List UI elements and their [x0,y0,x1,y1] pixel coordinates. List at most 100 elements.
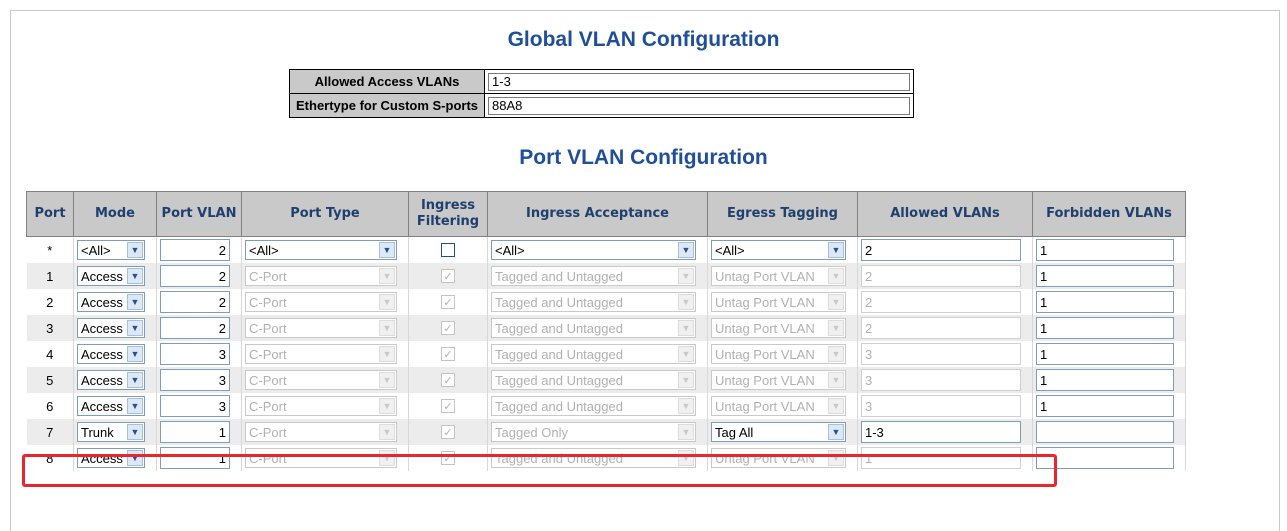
mode-select[interactable]: Access ▼ [77,318,145,338]
chevron-down-icon: ▼ [379,268,395,284]
ingress-filtering-checkbox[interactable]: ✓ [441,269,455,283]
port-type-value: C-Port [249,398,287,414]
allowed-vlans-input[interactable]: 2 [861,317,1021,339]
forbidden-vlans-input[interactable]: 1 [1036,239,1174,261]
chevron-down-icon: ▼ [828,450,844,466]
ethertype-input[interactable] [488,96,911,115]
port-type-select[interactable]: C-Port ▼ [245,422,397,442]
forbidden-vlans-input[interactable]: 1 [1036,369,1174,391]
ingress-filtering-checkbox[interactable]: ✓ [441,451,455,465]
forbidden-vlans-input[interactable]: 1 [1036,317,1174,339]
forbidden-vlans-input[interactable]: 1 [1036,265,1174,287]
mode-value: Access [81,294,123,310]
egress-tagging-select[interactable]: Untag Port VLAN ▼ [711,292,846,312]
port-vlan-input[interactable]: 3 [160,343,230,365]
mode-select[interactable]: Access ▼ [77,370,145,390]
egress-tagging-select[interactable]: Untag Port VLAN ▼ [711,344,846,364]
forbidden-vlans-input[interactable]: 1 [1036,343,1174,365]
allowed-access-vlans-input[interactable] [488,72,911,91]
forbidden-vlans-input[interactable] [1036,447,1174,469]
port-number: 1 [46,268,54,284]
header-port-vlan: Port VLAN [156,191,242,237]
port-type-select[interactable]: C-Port ▼ [245,292,397,312]
port-vlan-input[interactable]: 2 [160,317,230,339]
port-vlan-input[interactable]: 2 [160,291,230,313]
egress-tagging-value: Tag All [715,424,754,440]
egress-tagging-select[interactable]: Untag Port VLAN ▼ [711,448,846,468]
port-vlan-input[interactable]: 1 [160,447,230,469]
allowed-vlans-input[interactable]: 3 [861,343,1021,365]
forbidden-vlans-input[interactable]: 1 [1036,291,1174,313]
ingress-acceptance-select[interactable]: Tagged Only ▼ [491,422,696,442]
port-type-select[interactable]: C-Port ▼ [245,396,397,416]
mode-select[interactable]: <All> ▼ [77,240,145,260]
port-type-select[interactable]: C-Port ▼ [245,266,397,286]
port-vlan-input[interactable]: 1 [160,421,230,443]
egress-tagging-select[interactable]: Untag Port VLAN ▼ [711,396,846,416]
allowed-vlans-input[interactable]: 1-3 [861,421,1021,443]
ingress-filtering-checkbox[interactable]: ✓ [441,425,455,439]
port-type-select[interactable]: <All> ▼ [245,240,397,260]
port-vlan-input[interactable]: 2 [160,239,230,261]
allowed-vlans-input[interactable]: 2 [861,291,1021,313]
allowed-vlans-input[interactable]: 3 [861,369,1021,391]
chevron-down-icon: ▼ [379,424,395,440]
mode-select[interactable]: Access ▼ [77,344,145,364]
ingress-acceptance-select[interactable]: Tagged and Untagged ▼ [491,344,696,364]
ingress-filtering-checkbox[interactable]: ✓ [441,399,455,413]
allowed-vlans-input[interactable]: 2 [861,239,1021,261]
ingress-filtering-checkbox[interactable] [441,243,455,257]
ingress-acceptance-select[interactable]: Tagged and Untagged ▼ [491,396,696,416]
port-number: 2 [46,294,54,310]
mode-select[interactable]: Trunk ▼ [77,422,145,442]
mode-select[interactable]: Access ▼ [77,292,145,312]
allowed-vlans-input[interactable]: 2 [861,265,1021,287]
egress-tagging-select[interactable]: Tag All ▼ [711,422,846,442]
port-vlan-input[interactable]: 3 [160,369,230,391]
port-row: 1 Access ▼ 2 C-Port ▼ ✓ Tagged and Untagged ▼ Unt… [26,263,1186,289]
port-row: 2 Access ▼ 2 C-Port ▼ ✓ Tagged and Untagged ▼ Unt… [26,289,1186,315]
ingress-acceptance-select[interactable]: <All> ▼ [491,240,696,260]
port-type-select[interactable]: C-Port ▼ [245,448,397,468]
port-row: 3 Access ▼ 2 C-Port ▼ ✓ Tagged and Untagged ▼ Unt… [26,315,1186,341]
egress-tagging-select[interactable]: Untag Port VLAN ▼ [711,266,846,286]
forbidden-vlans-input[interactable]: 1 [1036,395,1174,417]
header-allowed-vlans: Allowed VLANs [857,191,1033,237]
chevron-down-icon: ▼ [379,372,395,388]
port-number: 6 [46,398,54,414]
port-type-select[interactable]: C-Port ▼ [245,344,397,364]
port-number: 8 [46,450,54,466]
port-number: 7 [46,424,54,440]
egress-tagging-select[interactable]: <All> ▼ [711,240,846,260]
ingress-acceptance-select[interactable]: Tagged and Untagged ▼ [491,318,696,338]
port-type-select[interactable]: C-Port ▼ [245,318,397,338]
ingress-filtering-checkbox[interactable]: ✓ [441,295,455,309]
port-vlan-value: 2 [218,268,226,284]
header-egress-tagging: Egress Tagging [707,191,858,237]
mode-select[interactable]: Access ▼ [77,396,145,416]
egress-tagging-select[interactable]: Untag Port VLAN ▼ [711,370,846,390]
ingress-acceptance-value: Tagged Only [495,424,568,440]
mode-select[interactable]: Access ▼ [77,448,145,468]
ingress-acceptance-select[interactable]: Tagged and Untagged ▼ [491,370,696,390]
ingress-acceptance-select[interactable]: Tagged and Untagged ▼ [491,292,696,312]
egress-tagging-select[interactable]: Untag Port VLAN ▼ [711,318,846,338]
port-vlan-value: 2 [218,320,226,336]
port-vlan-input[interactable]: 2 [160,265,230,287]
ingress-filtering-checkbox[interactable]: ✓ [441,373,455,387]
chevron-down-icon: ▼ [379,450,395,466]
ingress-filtering-checkbox[interactable]: ✓ [441,321,455,335]
allowed-vlans-input[interactable]: 1 [861,447,1021,469]
mode-select[interactable]: Access ▼ [77,266,145,286]
port-vlan-input[interactable]: 3 [160,395,230,417]
mode-value: <All> [81,242,111,258]
allowed-vlans-value: 1 [865,450,873,466]
forbidden-vlans-value: 1 [1040,398,1048,414]
chevron-down-icon: ▼ [127,320,143,336]
ingress-filtering-checkbox[interactable]: ✓ [441,347,455,361]
allowed-vlans-input[interactable]: 3 [861,395,1021,417]
ingress-acceptance-select[interactable]: Tagged and Untagged ▼ [491,448,696,468]
port-type-select[interactable]: C-Port ▼ [245,370,397,390]
forbidden-vlans-input[interactable] [1036,421,1174,443]
ingress-acceptance-select[interactable]: Tagged and Untagged ▼ [491,266,696,286]
